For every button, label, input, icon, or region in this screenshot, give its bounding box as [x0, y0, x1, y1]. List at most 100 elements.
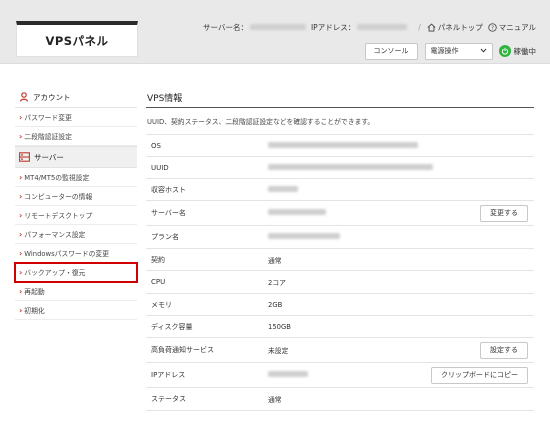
- row-label: OS: [151, 141, 161, 150]
- row-label: ステータス: [151, 395, 186, 403]
- row-label: メモリ: [151, 300, 172, 309]
- table-row-host: 収容ホスト: [146, 179, 534, 201]
- sidebar-header-server-label: サーバー: [34, 152, 64, 162]
- row-label: CPU: [151, 278, 166, 286]
- row-value: 2コア: [268, 279, 286, 287]
- row-value-redacted: [268, 185, 534, 194]
- copy-to-clipboard-button[interactable]: クリップボードにコピー: [431, 366, 528, 384]
- sidebar-header-account-label: アカウント: [33, 92, 71, 102]
- vps-info-table: OS UUID 収容ホスト サーバー名 変更する プラン名 契約 通常 CPU …: [146, 134, 534, 411]
- sidebar-item-two-factor[interactable]: › 二段階認証設定: [15, 127, 137, 146]
- sidebar-item-label: 再起動: [24, 288, 45, 296]
- manual-link[interactable]: マニュアル: [499, 22, 536, 33]
- set-notify-button[interactable]: 設定する: [480, 341, 528, 359]
- table-row-cpu: CPU 2コア: [146, 271, 534, 294]
- server-name-value-redacted: [249, 24, 306, 30]
- sidebar-item-password-change[interactable]: › パスワード変更: [15, 108, 137, 127]
- row-value-redacted: [268, 209, 480, 217]
- chevron-right-icon: ›: [19, 112, 23, 122]
- home-icon: [427, 22, 436, 32]
- ip-label: IPアドレス：: [310, 22, 356, 32]
- chevron-right-icon: ›: [19, 248, 23, 258]
- sidebar-item-label: リモートデスクトップ: [24, 212, 93, 220]
- status-indicator: 稼働中: [498, 45, 537, 57]
- separator: /: [418, 22, 421, 32]
- table-row-server-name: サーバー名 変更する: [146, 201, 534, 226]
- chevron-right-icon: ›: [19, 267, 23, 277]
- sidebar-item-label: パフォーマンス設定: [24, 231, 86, 239]
- table-row-contract: 契約 通常: [146, 249, 534, 271]
- sidebar-item-label: 初期化: [24, 307, 45, 315]
- logo[interactable]: VPSパネル: [16, 21, 138, 57]
- chevron-right-icon: ›: [19, 172, 23, 182]
- sidebar-item-performance[interactable]: › パフォーマンス設定: [15, 225, 137, 244]
- status-text: 稼働中: [513, 46, 537, 56]
- table-row-memory: メモリ 2GB: [146, 294, 534, 316]
- page-title: VPS情報: [146, 87, 534, 108]
- power-select-value: 電源操作: [430, 47, 459, 55]
- logo-text: VPSパネル: [45, 33, 109, 48]
- row-value: 通常: [268, 396, 282, 404]
- row-value: 通常: [268, 256, 282, 265]
- sidebar-item-label: MT4/MT5の監視設定: [24, 174, 90, 182]
- table-row-disk: ディスク容量 150GB: [146, 316, 534, 338]
- main-content: VPS情報 UUID、契約ステータス、二段階認証設定などを確認することができます…: [146, 87, 534, 411]
- row-label: プラン名: [151, 233, 179, 241]
- table-row-ip: IPアドレス クリップボードにコピー: [146, 363, 534, 388]
- row-label: ディスク容量: [151, 322, 193, 331]
- chevron-right-icon: ›: [19, 131, 23, 141]
- sidebar-header-server: サーバー: [15, 146, 137, 168]
- chevron-right-icon: ›: [19, 229, 23, 239]
- power-select[interactable]: 電源操作: [424, 42, 493, 60]
- topbar-controls: コンソール 電源操作 稼働中: [364, 42, 537, 60]
- chevron-down-icon: [480, 47, 487, 55]
- sidebar: アカウント › パスワード変更 › 二段階認証設定 サーバー › MT4/MT5…: [14, 87, 138, 320]
- page-description: UUID、契約ステータス、二段階認証設定などを確認することができます。: [147, 118, 375, 126]
- server-icon: [19, 152, 30, 162]
- row-label: UUID: [151, 163, 169, 172]
- row-label: サーバー名: [151, 209, 186, 217]
- row-label: IPアドレス: [151, 371, 186, 379]
- help-icon: ?: [488, 22, 497, 32]
- panel-top-link[interactable]: パネルトップ: [438, 22, 483, 33]
- account-icon: [19, 92, 29, 102]
- table-row-notify: 高負荷通知サービス 未設定 設定する: [146, 338, 534, 363]
- row-label: 契約: [151, 255, 165, 264]
- row-value: 150GB: [268, 322, 291, 331]
- sidebar-item-reboot[interactable]: › 再起動: [15, 282, 137, 301]
- table-row-os: OS: [146, 135, 534, 157]
- chevron-right-icon: ›: [19, 191, 23, 201]
- svg-text:?: ?: [491, 25, 494, 31]
- row-value-redacted: [268, 141, 534, 150]
- sidebar-item-windows-password[interactable]: › Windowsパスワードの変更: [15, 244, 137, 263]
- row-value: 2GB: [268, 300, 283, 309]
- sidebar-item-label: パスワード変更: [24, 114, 72, 122]
- chevron-right-icon: ›: [19, 210, 23, 220]
- sidebar-item-computer-info[interactable]: › コンピューターの情報: [15, 187, 137, 206]
- sidebar-header-account: アカウント: [15, 87, 137, 108]
- sidebar-item-mt4-monitor[interactable]: › MT4/MT5の監視設定: [15, 168, 137, 187]
- sidebar-item-label: コンピューターの情報: [24, 193, 93, 201]
- row-value: 未設定: [268, 347, 289, 355]
- sidebar-item-backup-restore[interactable]: › バックアップ・復元: [14, 262, 138, 283]
- sidebar-item-initialize[interactable]: › 初期化: [15, 301, 137, 320]
- chevron-right-icon: ›: [19, 286, 23, 296]
- sidebar-item-label: バックアップ・復元: [24, 269, 86, 277]
- row-value-redacted: [268, 233, 534, 241]
- row-label: 収容ホスト: [151, 185, 186, 194]
- row-value-redacted: [268, 163, 534, 172]
- server-name-label: サーバー名：: [203, 22, 248, 32]
- server-info-line: サーバー名： IPアドレス： / パネルトップ ? マニュアル: [203, 20, 536, 34]
- row-label: 高負荷通知サービス: [151, 346, 214, 354]
- sidebar-item-remote-desktop[interactable]: › リモートデスクトップ: [15, 206, 137, 225]
- top-bar: VPSパネル サーバー名： IPアドレス： / パネルトップ ? マニュアル コ…: [0, 0, 550, 64]
- table-row-plan: プラン名: [146, 226, 534, 249]
- table-row-uuid: UUID: [146, 157, 534, 179]
- sidebar-item-label: 二段階認証設定: [24, 133, 72, 141]
- ip-value-redacted: [357, 24, 408, 30]
- change-server-name-button[interactable]: 変更する: [480, 204, 528, 222]
- sidebar-item-label: Windowsパスワードの変更: [24, 250, 110, 258]
- power-icon: [498, 45, 511, 57]
- chevron-right-icon: ›: [19, 305, 23, 315]
- console-button[interactable]: コンソール: [364, 42, 418, 60]
